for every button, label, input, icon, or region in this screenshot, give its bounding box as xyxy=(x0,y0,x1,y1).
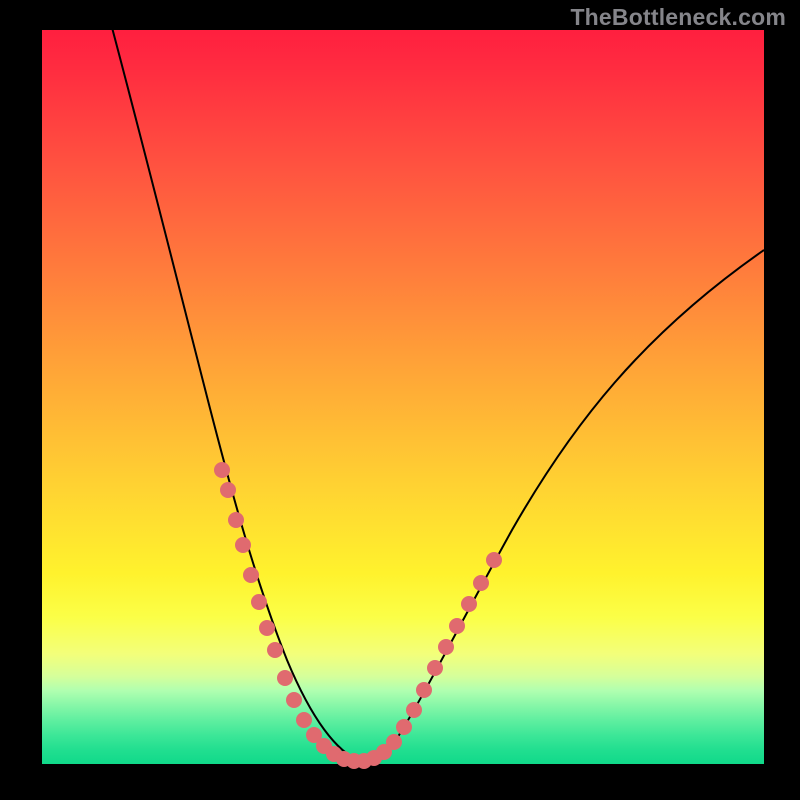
plot-area xyxy=(42,30,764,764)
marker-dot xyxy=(396,719,412,735)
marker-dot xyxy=(427,660,443,676)
marker-dot xyxy=(251,594,267,610)
marker-dot xyxy=(228,512,244,528)
watermark-text: TheBottleneck.com xyxy=(570,4,786,31)
marker-dot xyxy=(259,620,275,636)
marker-dot xyxy=(386,734,402,750)
marker-dot xyxy=(277,670,293,686)
marker-dot xyxy=(473,575,489,591)
marker-dot xyxy=(243,567,259,583)
marker-dot xyxy=(235,537,251,553)
marker-dot xyxy=(416,682,432,698)
marker-dot xyxy=(461,596,477,612)
marker-dot xyxy=(296,712,312,728)
marker-dot xyxy=(406,702,422,718)
marker-dot xyxy=(220,482,236,498)
curve-layer xyxy=(42,30,764,764)
marker-dot xyxy=(286,692,302,708)
marker-dot xyxy=(438,639,454,655)
marker-dot xyxy=(449,618,465,634)
marker-dot xyxy=(267,642,283,658)
left-curve xyxy=(102,0,360,761)
marker-dot xyxy=(214,462,230,478)
marker-dot xyxy=(486,552,502,568)
outer-frame: TheBottleneck.com xyxy=(0,0,800,800)
